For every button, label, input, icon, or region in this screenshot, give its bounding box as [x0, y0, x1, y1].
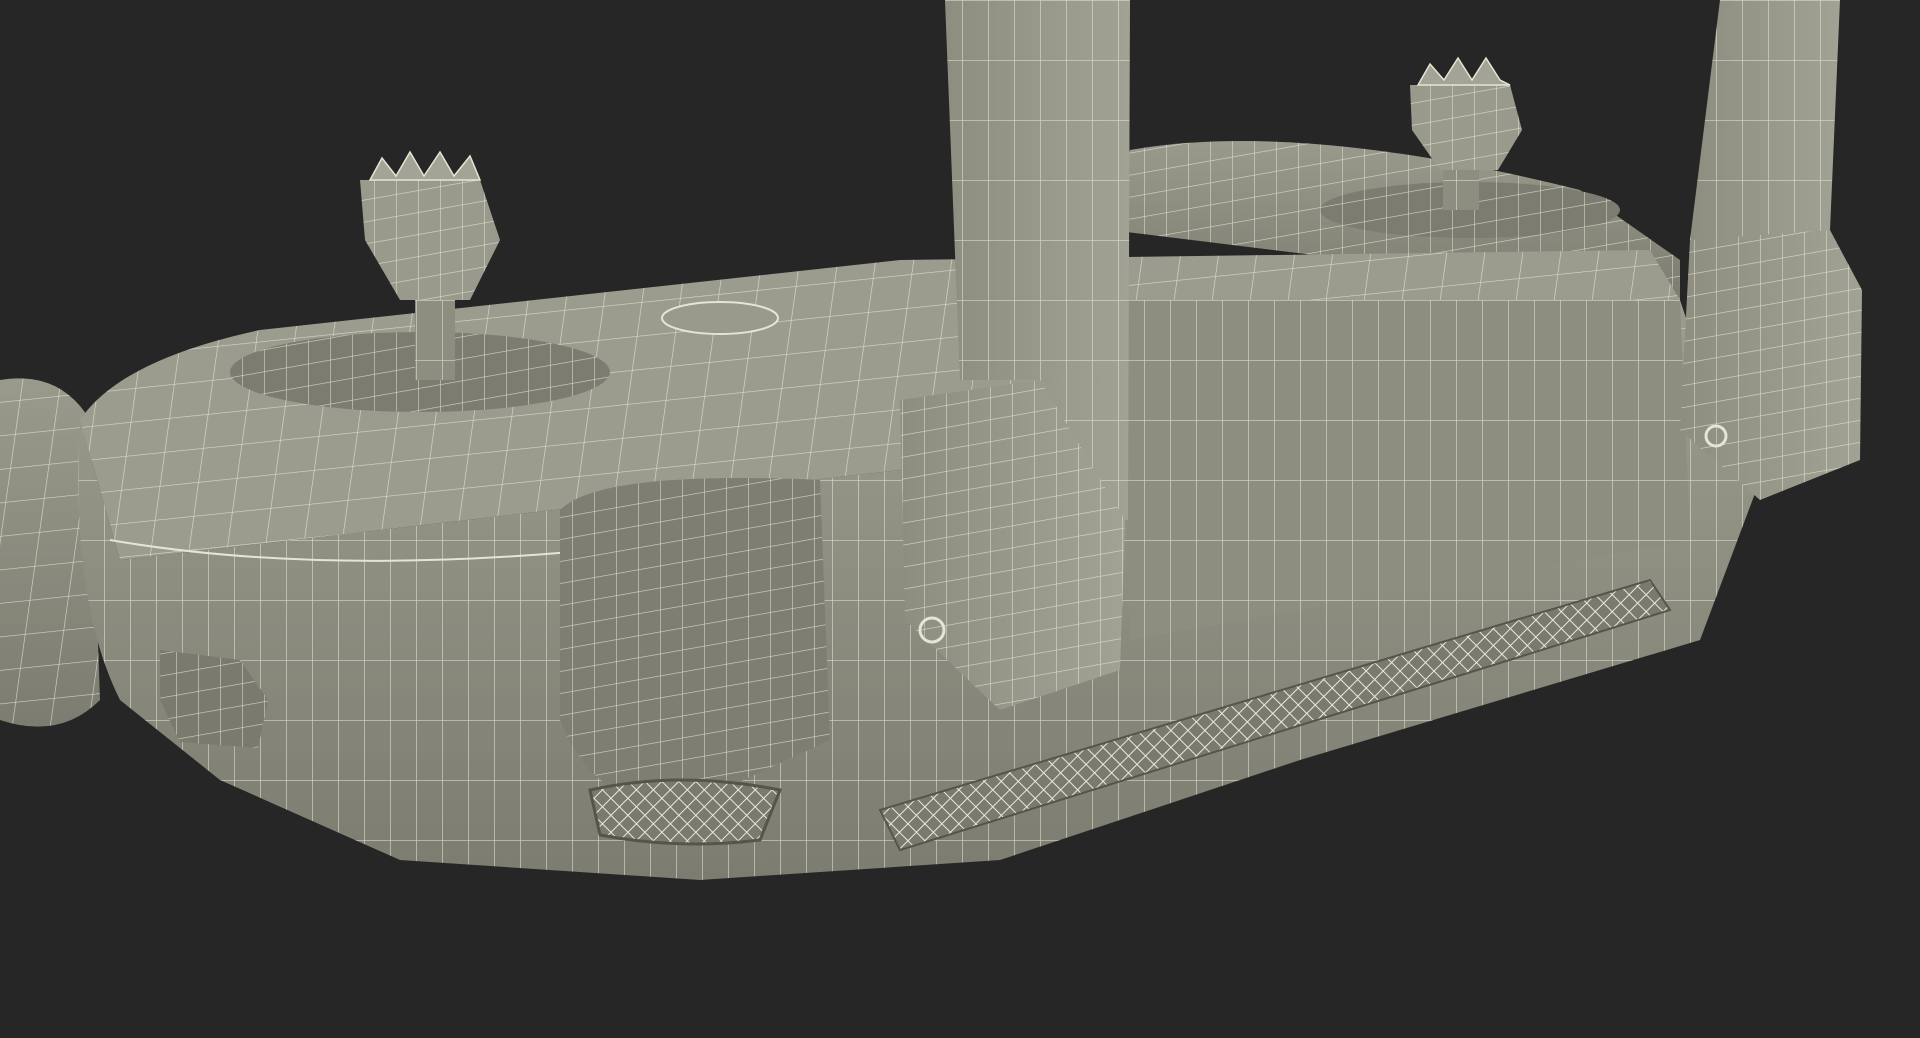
joystick-left	[230, 150, 610, 412]
joystick-right	[1320, 56, 1620, 238]
front-bumper-left	[560, 478, 830, 804]
render-viewport	[0, 0, 1862, 880]
center-button	[661, 301, 779, 335]
scroll-wheel	[588, 778, 783, 846]
antenna-right	[1680, 0, 1862, 500]
